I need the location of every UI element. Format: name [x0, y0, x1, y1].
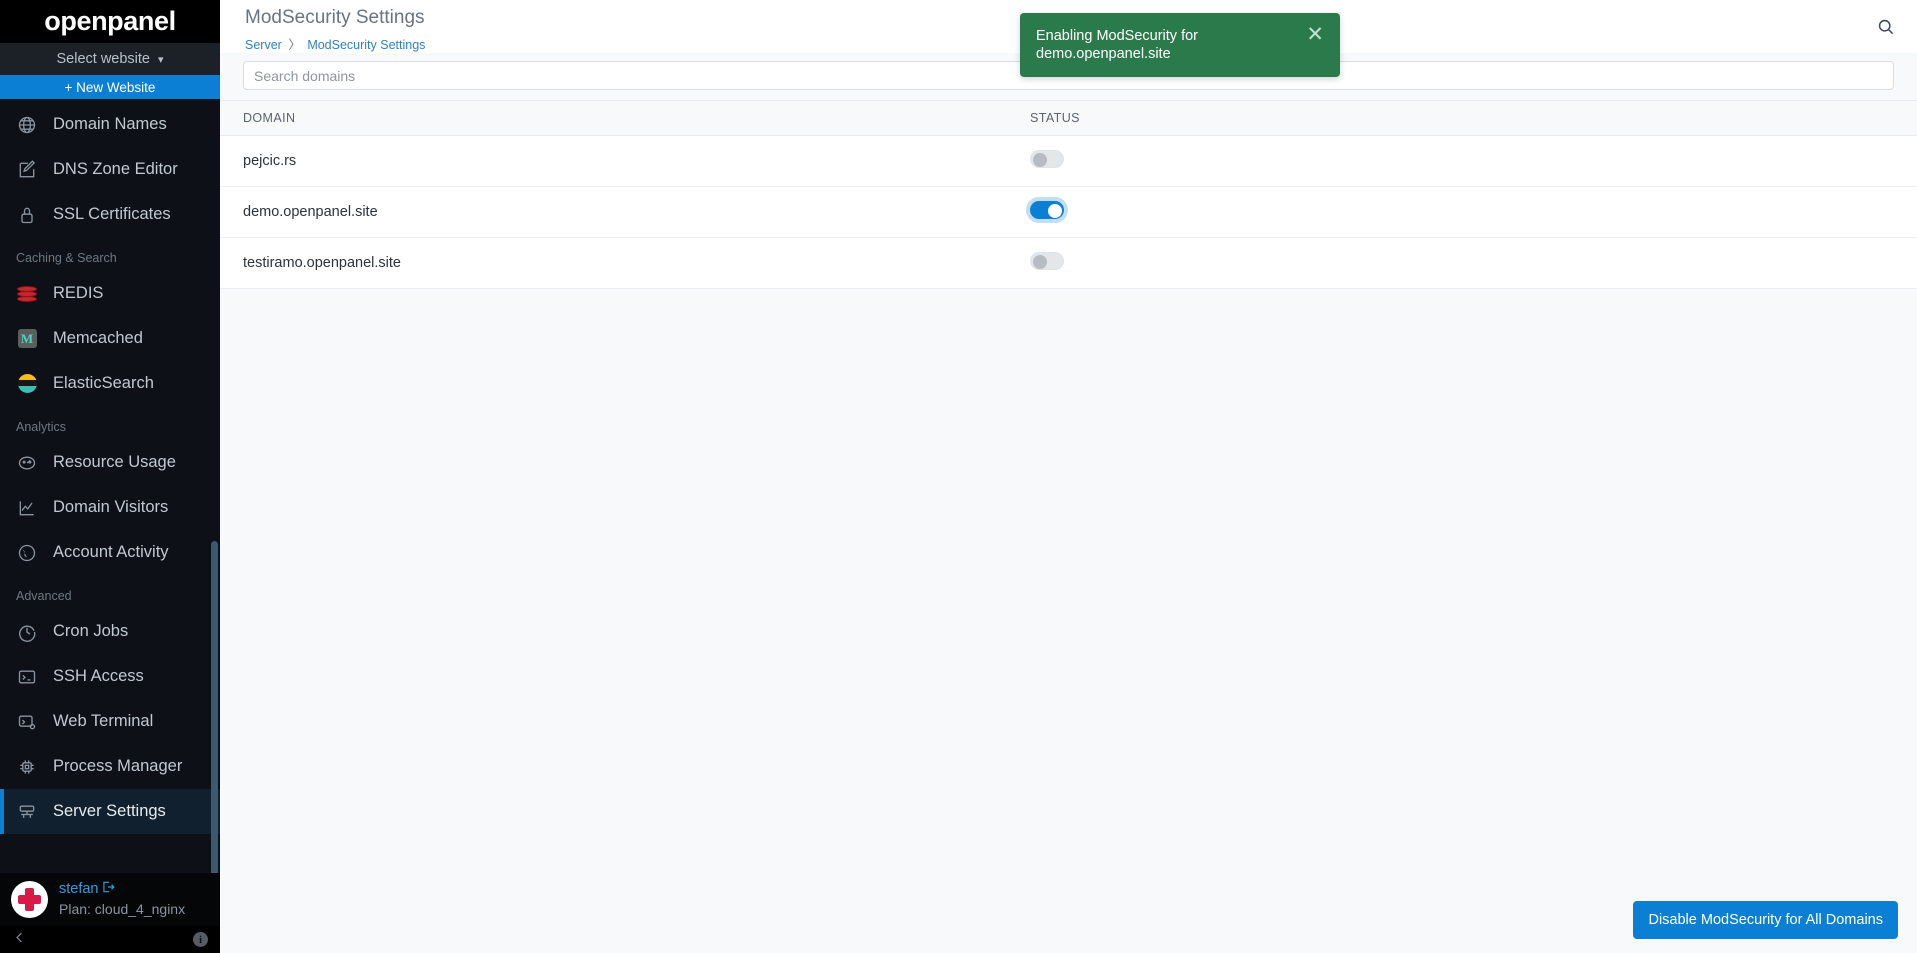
- table-body: pejcic.rs demo.openpanel.site testiramo.…: [220, 135, 1917, 289]
- logout-icon[interactable]: [101, 880, 115, 901]
- sidebar-item-label: ElasticSearch: [53, 374, 154, 392]
- sidebar-item-server-settings[interactable]: Server Settings: [0, 789, 220, 834]
- sidebar-item-label: Process Manager: [53, 757, 183, 775]
- table-row: demo.openpanel.site: [220, 186, 1917, 238]
- sidebar-item-label: SSH Access: [53, 667, 144, 685]
- modsecurity-toggle[interactable]: [1030, 150, 1064, 168]
- breadcrumb-parent[interactable]: Server: [245, 38, 282, 52]
- close-icon[interactable]: ✕: [1306, 24, 1324, 45]
- sidebar-item-cron-jobs[interactable]: Cron Jobs: [0, 609, 220, 654]
- sidebar-item-memcached[interactable]: M Memcached: [0, 316, 220, 361]
- globe-activity-icon: [16, 542, 38, 564]
- sidebar-scrollbar[interactable]: [211, 541, 218, 873]
- user-name[interactable]: stefan: [59, 880, 185, 901]
- sidebar-item-account-activity[interactable]: Account Activity: [0, 530, 220, 575]
- brand-logo[interactable]: openpanel: [0, 0, 220, 43]
- site-select-dropdown[interactable]: Select website ▾: [0, 43, 220, 75]
- table-head: DOMAIN STATUS: [220, 101, 1917, 136]
- sidebar-item-label: Server Settings: [53, 802, 166, 820]
- user-panel[interactable]: stefan Plan: cloud_4_nginx: [0, 873, 220, 926]
- cell-domain: testiramo.openpanel.site: [220, 237, 1030, 289]
- cell-status: [1030, 135, 1917, 187]
- table-row: pejcic.rs: [220, 135, 1917, 187]
- elasticsearch-icon: [16, 373, 38, 395]
- sidebar-item-redis[interactable]: REDIS: [0, 271, 220, 316]
- server-icon: [16, 801, 38, 823]
- sidebar-item-dns-zone-editor[interactable]: DNS Zone Editor: [0, 147, 220, 192]
- column-header-domain[interactable]: DOMAIN: [220, 101, 1030, 136]
- avatar: [11, 881, 48, 918]
- chevron-left-icon[interactable]: [12, 930, 27, 950]
- sidebar-item-elasticsearch[interactable]: ElasticSearch: [0, 361, 220, 406]
- sidebar-item-label: Account Activity: [53, 543, 169, 561]
- disable-modsecurity-all-button[interactable]: Disable ModSecurity for All Domains: [1633, 901, 1898, 939]
- sidebar-item-label: Domain Visitors: [53, 498, 169, 516]
- sidebar-item-web-terminal[interactable]: Web Terminal: [0, 699, 220, 744]
- sidebar-item-label: Cron Jobs: [53, 622, 129, 640]
- table-header-row: DOMAIN STATUS: [220, 101, 1917, 136]
- terminal-icon: [16, 666, 38, 688]
- globe-icon: [16, 114, 38, 136]
- terminal-gear-icon: [16, 711, 38, 733]
- sidebar-item-label: DNS Zone Editor: [53, 160, 178, 178]
- sidebar-item-ssl-certificates[interactable]: SSL Certificates: [0, 192, 220, 237]
- user-plan: Plan: cloud_4_nginx: [59, 901, 186, 918]
- memcached-icon: M: [16, 328, 38, 350]
- bottom-action-bar: Disable ModSecurity for All Domains: [1633, 901, 1898, 939]
- sidebar-item-resource-usage[interactable]: Resource Usage: [0, 440, 220, 485]
- lock-icon: [16, 204, 38, 226]
- column-header-status[interactable]: STATUS: [1030, 101, 1917, 136]
- sidebar-item-label: Resource Usage: [53, 453, 176, 471]
- toast-notification: Enabling ModSecurity for demo.openpanel.…: [1020, 13, 1340, 78]
- chevron-down-icon: ▾: [157, 53, 164, 66]
- new-website-button[interactable]: + New Website: [0, 75, 220, 99]
- main-content: ModSecurity Settings Server 〉 ModSecurit…: [220, 0, 1917, 953]
- app-root: openpanel Select website ▾ + New Website…: [0, 0, 1917, 953]
- sidebar-item-label: Web Terminal: [53, 712, 154, 730]
- sidebar-item-label: Memcached: [53, 329, 143, 347]
- sidebar-section-advanced: Advanced: [16, 589, 72, 603]
- modsecurity-toggle[interactable]: [1030, 201, 1064, 219]
- clock-icon: [16, 621, 38, 643]
- table-row: testiramo.openpanel.site: [220, 237, 1917, 289]
- search-icon[interactable]: [1869, 10, 1901, 42]
- sidebar: openpanel Select website ▾ + New Website…: [0, 0, 220, 953]
- domains-table: DOMAIN STATUS pejcic.rs demo.openpanel.s…: [220, 101, 1917, 289]
- cpu-icon: [16, 756, 38, 778]
- sidebar-item-label: Domain Names: [53, 115, 167, 133]
- edit-square-icon: [16, 159, 38, 181]
- sidebar-item-label: SSL Certificates: [53, 205, 171, 223]
- info-icon[interactable]: i: [193, 932, 208, 947]
- cell-domain: pejcic.rs: [220, 135, 1030, 187]
- redis-icon: [16, 283, 38, 305]
- cell-status: [1030, 237, 1917, 289]
- sidebar-section-analytics: Analytics: [16, 420, 67, 434]
- user-name-label: stefan: [59, 881, 99, 898]
- breadcrumb-current[interactable]: ModSecurity Settings: [307, 38, 425, 52]
- sidebar-footer: i: [0, 926, 220, 953]
- toast-message: Enabling ModSecurity for demo.openpanel.…: [1036, 28, 1198, 63]
- cell-domain: demo.openpanel.site: [220, 186, 1030, 238]
- domains-table-wrapper: DOMAIN STATUS pejcic.rs demo.openpanel.s…: [220, 100, 1917, 289]
- sidebar-item-domain-visitors[interactable]: Domain Visitors: [0, 485, 220, 530]
- gauge-icon: [16, 452, 38, 474]
- modsecurity-toggle[interactable]: [1030, 252, 1064, 270]
- sidebar-item-ssh-access[interactable]: SSH Access: [0, 654, 220, 699]
- sidebar-item-label: REDIS: [53, 284, 104, 302]
- line-chart-icon: [16, 497, 38, 519]
- sidebar-nav: Domain Names DNS Zone Editor SSL Certifi…: [0, 99, 220, 873]
- breadcrumb-separator: 〉: [288, 38, 301, 52]
- sidebar-item-process-manager[interactable]: Process Manager: [0, 744, 220, 789]
- sidebar-section-caching-search: Caching & Search: [16, 251, 117, 265]
- site-select-label: Select website: [56, 51, 150, 67]
- cell-status: [1030, 186, 1917, 238]
- sidebar-item-domain-names[interactable]: Domain Names: [0, 102, 220, 147]
